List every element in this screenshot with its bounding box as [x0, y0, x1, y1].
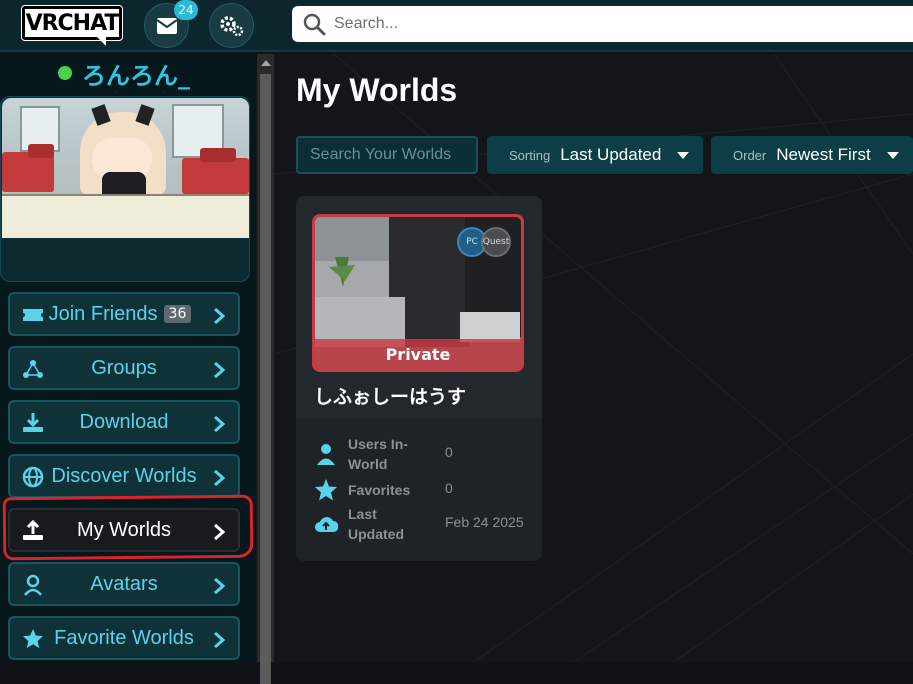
friends-count-badge: 36: [163, 304, 192, 323]
order-value: Newest First: [776, 145, 871, 164]
chevron-right-icon: [214, 631, 226, 649]
envelope-icon: [156, 17, 177, 34]
sidebar-item-label: Download: [79, 410, 169, 433]
stat-users-in-world: Users In-World 0: [314, 436, 453, 472]
profile-username[interactable]: ろんろん_: [58, 58, 190, 90]
sidebar-item-label: Groups: [91, 356, 157, 379]
sidebar-item-groups[interactable]: Groups: [8, 346, 240, 390]
star-icon: [315, 479, 337, 501]
top-bar: VRCHAT 24: [0, 0, 913, 52]
chevron-right-icon: [214, 469, 226, 487]
stat-favorites: Favorites 0: [314, 478, 453, 502]
chevron-right-icon: [214, 577, 226, 595]
search-input[interactable]: [334, 9, 894, 39]
chevron-right-icon: [214, 415, 226, 433]
chevron-right-icon: [214, 307, 226, 325]
main-content: My Worlds Sorting Last Updated Order New…: [274, 54, 913, 662]
username-text: ろんろん_: [82, 61, 190, 90]
caret-down-icon: [887, 152, 899, 159]
platform-quest-badge: Quest: [481, 227, 511, 257]
vrchat-logo[interactable]: VRCHAT: [22, 6, 122, 40]
avatar-image: [2, 98, 249, 238]
sidebar-item-label: Discover Worlds: [51, 464, 197, 487]
scroll-thumb[interactable]: [260, 74, 271, 684]
sorting-dropdown[interactable]: Sorting Last Updated: [487, 136, 703, 174]
sidebar-item-join-friends[interactable]: Join Friends 36: [8, 292, 240, 336]
avatar-card[interactable]: V 0: [0, 96, 250, 282]
private-label: Private: [315, 339, 521, 369]
order-dropdown[interactable]: Order Newest First: [711, 136, 913, 174]
page-title: My Worlds: [296, 72, 458, 108]
gears-icon: [219, 15, 243, 36]
sorting-label: Sorting: [509, 147, 551, 163]
settings-button[interactable]: [209, 3, 254, 48]
sidebar-item-download[interactable]: Download: [8, 400, 240, 444]
cloud-upload-icon: [315, 517, 338, 532]
world-name[interactable]: しふぉしーはうす: [314, 382, 466, 409]
chevron-right-icon: [214, 361, 226, 379]
search-icon: [303, 13, 326, 36]
logo-text: VRCHAT: [25, 10, 120, 36]
sidebar-scrollbar[interactable]: [257, 54, 274, 684]
order-label: Order: [733, 147, 767, 163]
sidebar-item-avatars[interactable]: Avatars: [8, 562, 240, 606]
global-search: [292, 6, 913, 42]
user-icon: [317, 444, 335, 465]
scroll-up-arrow[interactable]: [261, 60, 271, 66]
sidebar-item-favorite-worlds[interactable]: Favorite Worlds: [8, 616, 240, 660]
caret-down-icon: [677, 152, 689, 159]
notification-badge: 24: [174, 0, 198, 20]
logo-tail: [96, 36, 106, 46]
sidebar-item-label: Avatars: [90, 572, 158, 595]
search-worlds-input[interactable]: [296, 136, 478, 174]
sidebar-item-label: Join Friends: [48, 302, 158, 325]
world-thumbnail[interactable]: PC Quest Private: [312, 214, 524, 372]
avatar-dialog-box: [2, 194, 249, 238]
world-card[interactable]: PC Quest Private しふぉしーはうす Users In-World…: [296, 196, 542, 561]
stat-last-updated: Last Updated Feb 24 2025: [314, 506, 524, 542]
red-highlight-annotation: [2, 494, 254, 561]
sidebar-item-label: Favorite Worlds: [54, 626, 194, 649]
sidebar-item-discover-worlds[interactable]: Discover Worlds: [8, 454, 240, 498]
sorting-value: Last Updated: [560, 145, 662, 164]
online-status-dot: [58, 66, 72, 80]
